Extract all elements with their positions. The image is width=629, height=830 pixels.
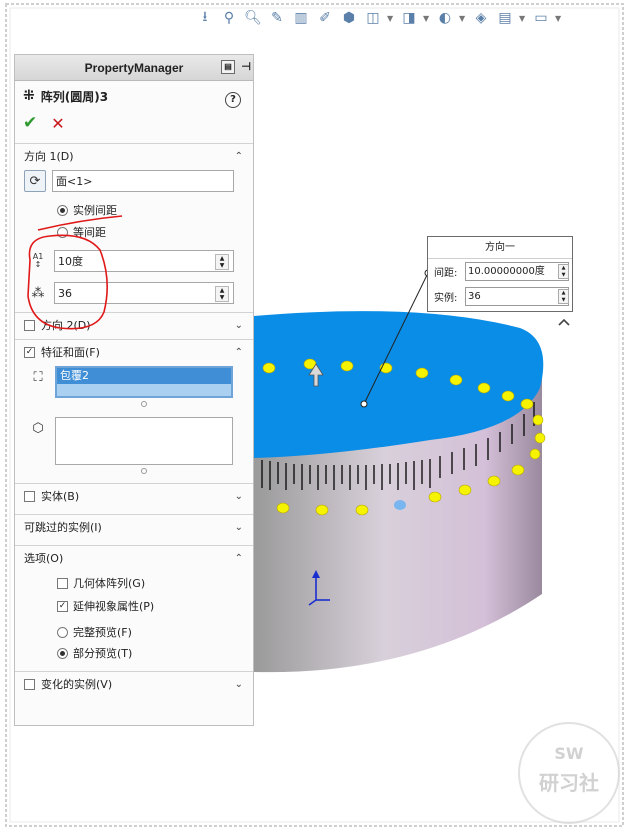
red-hand-annotation: [27, 215, 123, 330]
callout-spacing-input[interactable]: 10.00000000度: [465, 262, 569, 281]
watermark-top: SW: [554, 744, 584, 763]
callout-spacing-value: 10.00000000度: [468, 266, 545, 277]
callout-spacing-spinner[interactable]: ▲ ▼: [558, 264, 569, 279]
callout-spacing-row: 间距: 10.00000000度 ▲ ▼: [428, 259, 572, 284]
watermark-logo: SW 研习社: [518, 722, 620, 824]
callout-title: 方向一: [428, 237, 572, 259]
direction-callout: 方向一 间距: 10.00000000度 ▲ ▼ 实例: 36 ▲ ▼: [427, 236, 573, 312]
callout-count-input[interactable]: 36: [465, 287, 569, 306]
callout-count-label: 实例:: [434, 293, 458, 304]
watermark-bottom: 研习社: [539, 771, 599, 795]
callout-count-spinner[interactable]: ▲ ▼: [558, 289, 569, 304]
callout-spacing-label: 间距:: [434, 268, 458, 279]
callout-count-row: 实例: 36 ▲ ▼: [428, 284, 572, 309]
callout-count-value: 36: [468, 291, 481, 302]
